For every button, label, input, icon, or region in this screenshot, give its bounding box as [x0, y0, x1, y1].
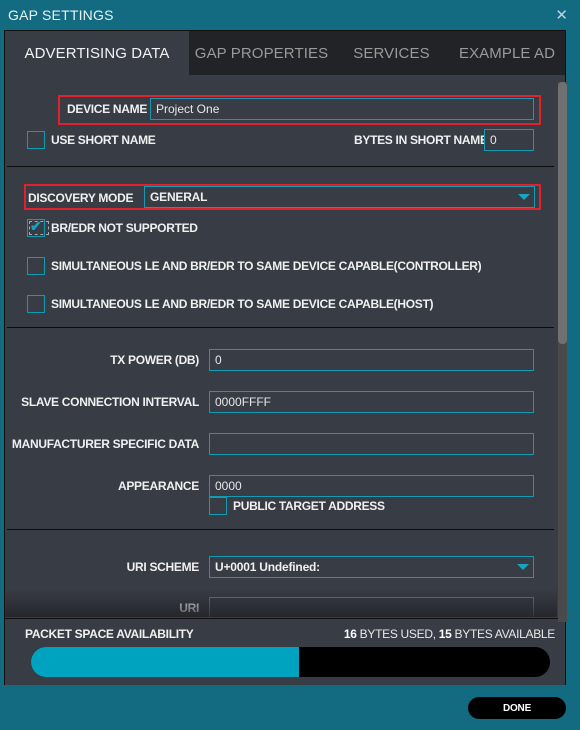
bytes-available-value: 15	[438, 627, 452, 641]
appearance-label: APPEARANCE	[117, 479, 199, 493]
uri-label: URI	[179, 601, 199, 615]
done-button[interactable]: DONE	[468, 697, 566, 719]
packet-space-progress-fill	[31, 647, 299, 677]
bytes-in-short-name-label: BYTES IN SHORT NAME	[354, 133, 488, 147]
uri-scheme-value: U+0001 Undefined:	[215, 560, 320, 574]
simultaneous-controller-checkbox[interactable]	[27, 257, 45, 275]
bytes-used-text: BYTES USED,	[356, 627, 439, 641]
tab-example-ad[interactable]: EXAMPLE AD	[449, 31, 565, 75]
divider	[7, 166, 554, 167]
discovery-mode-label: DISCOVERY MODE	[28, 191, 134, 205]
br-edr-not-supported-label: BR/EDR NOT SUPPORTED	[51, 221, 198, 235]
manufacturer-specific-data-input[interactable]	[209, 433, 534, 455]
simultaneous-host-checkbox[interactable]	[27, 295, 45, 313]
bytes-used-value: 16	[343, 627, 357, 641]
packet-space-status: 16 BYTES USED, 15 BYTES AVAILABLE	[344, 627, 555, 641]
tab-services[interactable]: SERVICES	[334, 31, 449, 75]
dropdown-arrow-icon	[518, 194, 530, 200]
dropdown-arrow-icon	[517, 564, 529, 570]
tx-power-input[interactable]	[209, 349, 534, 371]
simultaneous-host-label: SIMULTANEOUS LE AND BR/EDR TO SAME DEVIC…	[51, 297, 434, 311]
slave-connection-interval-input[interactable]	[209, 391, 534, 413]
tx-power-label: TX POWER (DB)	[110, 353, 199, 367]
device-name-label: DEVICE NAME	[67, 102, 148, 116]
device-name-input[interactable]	[150, 98, 534, 120]
simultaneous-controller-label: SIMULTANEOUS LE AND BR/EDR TO SAME DEVIC…	[51, 259, 482, 273]
slave-connection-interval-label: SLAVE CONNECTION INTERVAL	[21, 395, 199, 409]
tab-advertising-data[interactable]: ADVERTISING DATA	[5, 31, 189, 75]
checkmark-icon: ✔	[30, 218, 42, 234]
settings-panel: ADVERTISING DATA GAP PROPERTIES SERVICES…	[4, 30, 566, 685]
discovery-mode-dropdown[interactable]: GENERAL	[144, 186, 535, 208]
manufacturer-specific-data-label: MANUFACTURER SPECIFIC DATA	[11, 437, 199, 451]
public-target-address-checkbox[interactable]	[209, 497, 227, 515]
divider	[7, 529, 554, 530]
packet-space-progress-bar	[31, 647, 550, 677]
appearance-input[interactable]	[209, 475, 534, 497]
packet-space-label: PACKET SPACE AVAILABILITY	[25, 627, 194, 641]
tab-gap-properties[interactable]: GAP PROPERTIES	[189, 31, 334, 75]
bytes-in-short-name-input[interactable]	[484, 129, 534, 151]
close-icon[interactable]: ✕	[555, 6, 568, 24]
title-bar: GAP SETTINGS ✕	[0, 0, 580, 31]
scrollbar-thumb[interactable]	[558, 82, 567, 344]
window-title: GAP SETTINGS	[8, 7, 114, 23]
uri-scheme-dropdown[interactable]: U+0001 Undefined:	[209, 556, 534, 578]
packet-space-section: PACKET SPACE AVAILABILITY 16 BYTES USED,…	[5, 618, 565, 685]
divider	[7, 327, 554, 328]
use-short-name-checkbox[interactable]	[27, 131, 45, 149]
uri-scheme-label: URI SCHEME	[126, 560, 200, 574]
advertising-data-content: DEVICE NAME USE SHORT NAME BYTES IN SHOR…	[5, 75, 565, 617]
vertical-scrollbar[interactable]	[558, 82, 567, 622]
br-edr-not-supported-checkbox[interactable]: ✔	[27, 218, 49, 237]
use-short-name-label: USE SHORT NAME	[51, 133, 156, 147]
bytes-available-text: BYTES AVAILABLE	[451, 627, 556, 641]
public-target-address-label: PUBLIC TARGET ADDRESS	[233, 499, 385, 513]
tab-bar: ADVERTISING DATA GAP PROPERTIES SERVICES…	[5, 31, 565, 75]
uri-input[interactable]	[209, 597, 534, 617]
discovery-mode-value: GENERAL	[150, 190, 208, 204]
